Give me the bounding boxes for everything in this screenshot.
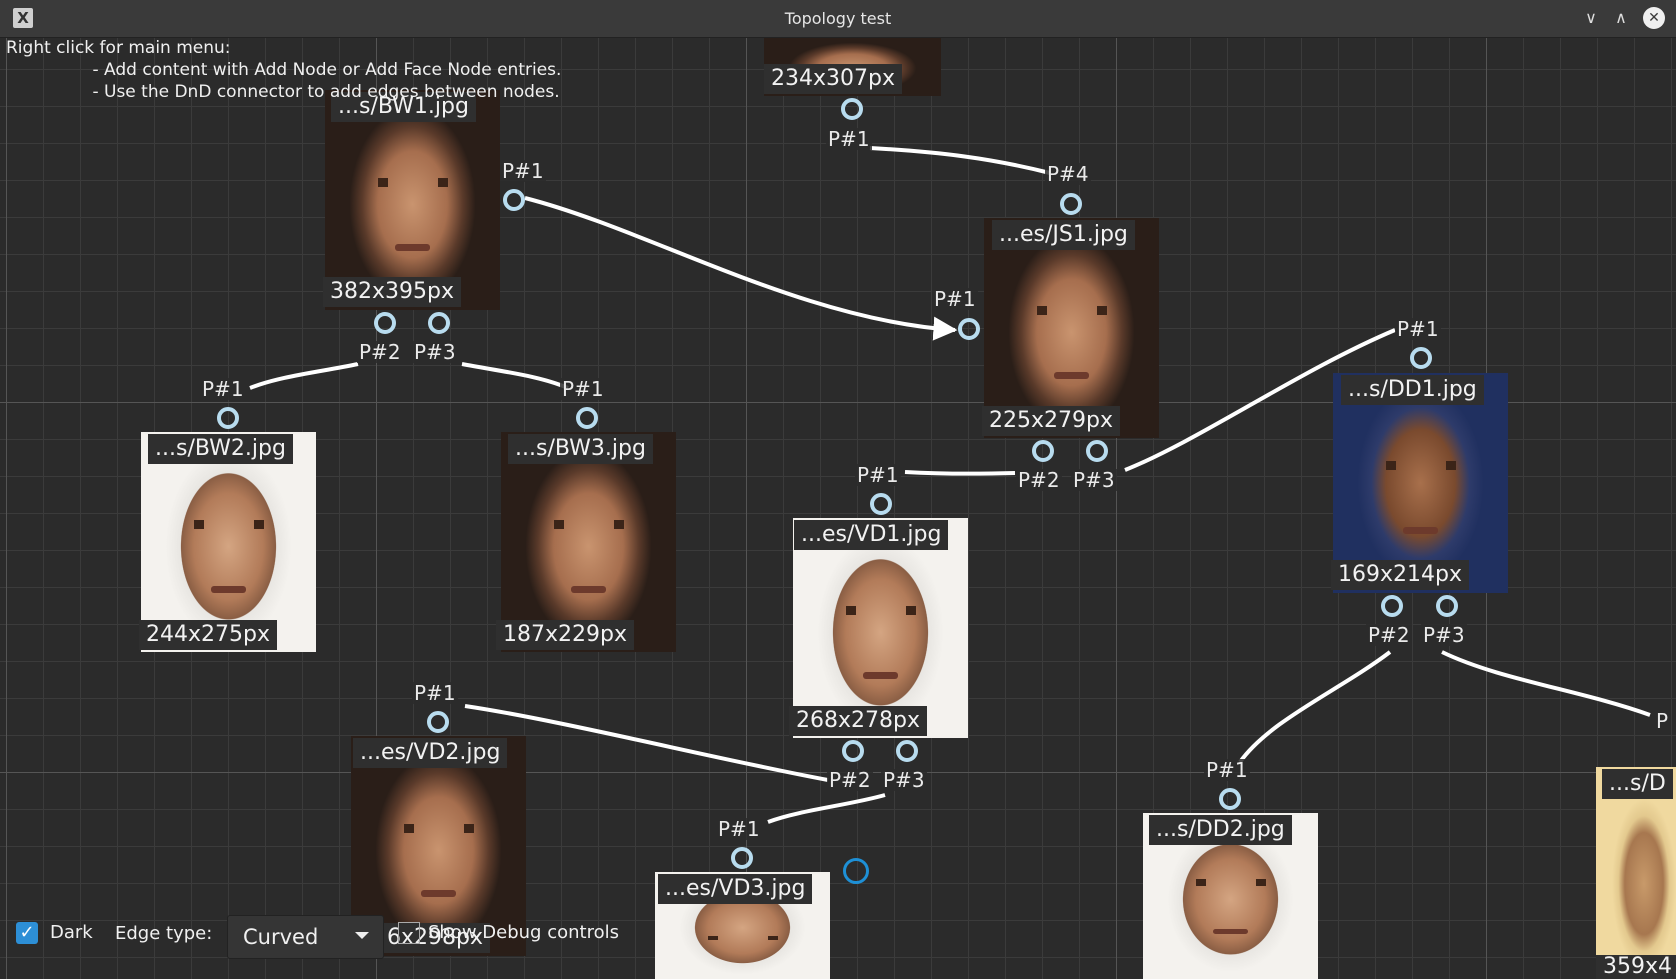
port-circle[interactable]	[427, 711, 449, 733]
port-label: P#1	[500, 159, 546, 183]
port-label: P#3	[1421, 623, 1467, 647]
help-line-edges: - Use the DnD connector to add edges bet…	[6, 82, 560, 102]
port-label: P#1	[412, 681, 458, 705]
port-circle[interactable]	[576, 407, 598, 429]
node-size-label: 234x307px	[764, 64, 902, 94]
port-label: P#3	[412, 340, 458, 364]
node-image	[501, 432, 676, 652]
port-label: P#2	[357, 340, 403, 364]
port-label: P#1	[716, 817, 762, 841]
port-label: P#1	[855, 463, 901, 487]
close-button[interactable]: ✕	[1643, 7, 1665, 29]
image-node-bw3[interactable]	[501, 432, 676, 652]
node-title: ...es/JS1.jpg	[992, 220, 1135, 250]
node-size-label: 187x229px	[496, 620, 634, 650]
maximize-button[interactable]: ∧	[1610, 7, 1632, 29]
dnd-connector[interactable]	[843, 858, 869, 884]
port-circle[interactable]	[217, 407, 239, 429]
port-circle[interactable]	[503, 189, 525, 211]
chevron-down-icon	[355, 932, 369, 939]
node-size-label: 169x214px	[1331, 560, 1469, 590]
node-size-label: 359x4	[1596, 955, 1676, 979]
node-title: ...s/BW3.jpg	[508, 434, 653, 464]
bottom-controls: ✓ Dark Edge type: Curved Show Debug cont…	[0, 913, 640, 959]
dark-label: Dark	[50, 922, 93, 943]
port-label: P#3	[881, 768, 927, 792]
port-circle[interactable]	[842, 740, 864, 762]
minimize-button[interactable]: ∨	[1580, 7, 1602, 29]
edge-type-select[interactable]: Curved	[227, 915, 384, 959]
node-size-label: 268x278px	[789, 706, 927, 736]
port-label: P#1	[1395, 317, 1441, 341]
edge-type-label: Edge type:	[115, 923, 213, 944]
node-image	[984, 218, 1159, 438]
port-label: P#4	[1045, 162, 1091, 186]
window-title: Topology test	[784, 9, 892, 28]
port-circle[interactable]	[896, 740, 918, 762]
port-circle[interactable]	[958, 318, 980, 340]
help-line-menu: Right click for main menu:	[6, 38, 231, 58]
port-circle[interactable]	[1436, 595, 1458, 617]
port-label: P#2	[1366, 623, 1412, 647]
debug-label: Show Debug controls	[428, 922, 619, 943]
port-circle[interactable]	[1086, 440, 1108, 462]
port-label: P#1	[200, 377, 246, 401]
port-label: P#1	[560, 377, 606, 401]
node-size-label: 225x279px	[982, 406, 1120, 436]
port-label: P#1	[1204, 758, 1250, 782]
help-text: Right click for main menu: - Add content…	[6, 37, 561, 103]
node-title: ...es/VD2.jpg	[353, 738, 508, 768]
port-circle[interactable]	[731, 847, 753, 869]
port-label: P#2	[827, 768, 873, 792]
image-node-bw2[interactable]	[141, 432, 316, 652]
node-title: ...s/BW2.jpg	[148, 434, 293, 464]
port-label: P#1	[932, 287, 978, 311]
node-title: ...es/VD1.jpg	[794, 520, 949, 550]
port-circle[interactable]	[1032, 440, 1054, 462]
edge-type-value: Curved	[243, 925, 319, 949]
node-title: ...es/VD3.jpg	[658, 874, 813, 904]
port-circle[interactable]	[428, 312, 450, 334]
port-label: P#2	[1016, 468, 1062, 492]
dark-checkbox[interactable]: ✓	[16, 922, 38, 944]
port-circle[interactable]	[1381, 595, 1403, 617]
node-image	[141, 432, 316, 652]
port-circle[interactable]	[1410, 347, 1432, 369]
port-circle[interactable]	[374, 312, 396, 334]
node-title: ...s/DD2.jpg	[1149, 815, 1292, 845]
node-title: ...s/D	[1602, 769, 1673, 799]
port-circle[interactable]	[1219, 788, 1241, 810]
node-size-label: 244x275px	[139, 620, 277, 650]
help-line-add-content: - Add content with Add Node or Add Face …	[6, 60, 562, 80]
node-image	[793, 518, 968, 738]
port-circle[interactable]	[841, 98, 863, 120]
port-label: P#3	[1071, 468, 1117, 492]
window-titlebar: X Topology test ∨ ∧ ✕	[0, 0, 1676, 38]
node-title: ...s/DD1.jpg	[1341, 375, 1484, 405]
node-size-label: 382x395px	[323, 277, 461, 307]
port-circle[interactable]	[1060, 193, 1082, 215]
port-label: P#1	[826, 127, 872, 151]
port-circle[interactable]	[870, 493, 892, 515]
image-node-js1[interactable]	[984, 218, 1159, 438]
port-label: P	[1654, 709, 1671, 733]
image-node-vd1[interactable]	[793, 518, 968, 738]
debug-checkbox[interactable]	[398, 922, 420, 944]
